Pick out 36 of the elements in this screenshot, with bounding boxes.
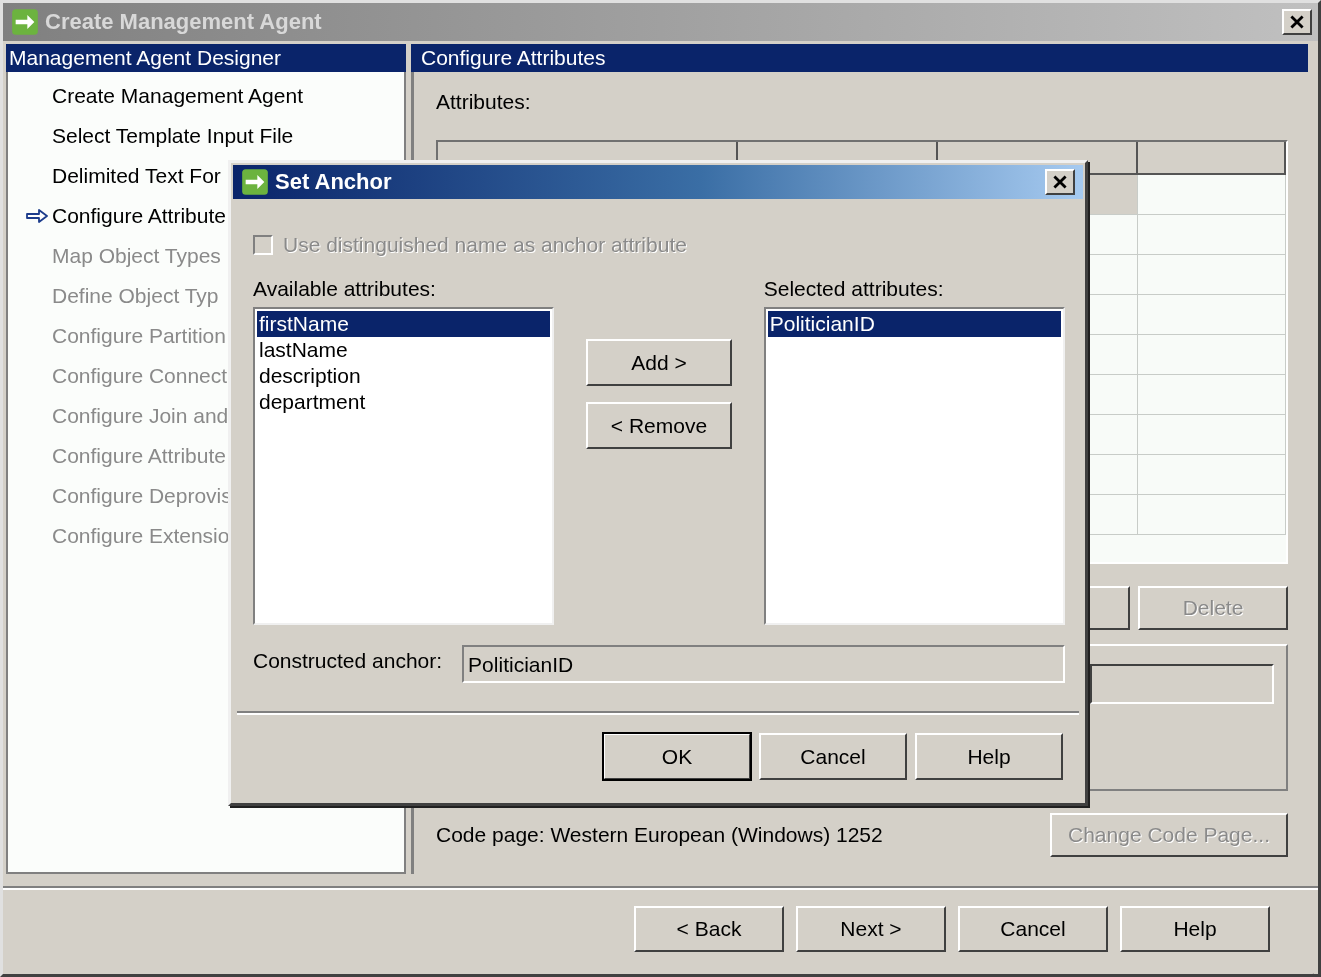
list-item[interactable]: PoliticianID xyxy=(767,311,1061,337)
app-icon xyxy=(11,8,39,36)
step-item[interactable]: Delimited Text For xyxy=(52,164,221,188)
list-item[interactable]: firstName xyxy=(257,311,551,337)
constructed-anchor-label: Constructed anchor: xyxy=(253,649,443,674)
close-button[interactable] xyxy=(1282,9,1312,35)
dialog-button[interactable]: Cancel xyxy=(759,733,907,780)
constructed-anchor-field[interactable]: PoliticianID xyxy=(462,645,1065,683)
wizard-button[interactable]: Help xyxy=(1120,906,1270,952)
sidebar-header: Management Agent Designer xyxy=(6,44,406,72)
step-item[interactable]: Configure Attribute xyxy=(52,204,226,228)
close-button[interactable] xyxy=(1045,169,1075,195)
remove-button[interactable]: < Remove xyxy=(586,402,732,449)
dialog-button[interactable]: Help xyxy=(915,733,1063,780)
step-item[interactable]: Create Management Agent xyxy=(52,84,303,108)
list-item[interactable]: description xyxy=(257,363,551,389)
code-page-label: Code page: Western European (Windows) 1252 xyxy=(436,823,883,847)
wizard-button[interactable]: Cancel xyxy=(958,906,1108,952)
close-icon xyxy=(1053,175,1067,189)
attributes-label: Attributes: xyxy=(436,90,532,115)
app-icon xyxy=(241,168,269,196)
dialog-title: Set Anchor xyxy=(275,169,393,195)
wizard-button[interactable]: Next > xyxy=(796,906,946,952)
available-attributes-label: Available attributes: xyxy=(253,277,437,302)
window-title: Create Management Agent xyxy=(45,9,323,35)
checkbox-label: Use distinguished name as anchor attribute xyxy=(283,233,687,257)
add-button[interactable]: Add > xyxy=(586,339,732,386)
selected-attributes-label: Selected attributes: xyxy=(763,277,945,302)
panel-header: Configure Attributes xyxy=(411,44,1308,72)
close-icon xyxy=(1290,15,1304,29)
list-item[interactable]: department xyxy=(257,389,551,415)
dialog-button[interactable]: OK xyxy=(603,733,751,780)
input-field[interactable] xyxy=(1090,664,1274,704)
wizard-button[interactable]: < Back xyxy=(634,906,784,952)
list-item[interactable]: lastName xyxy=(257,337,551,363)
step-item[interactable]: Select Template Input File xyxy=(52,124,294,148)
